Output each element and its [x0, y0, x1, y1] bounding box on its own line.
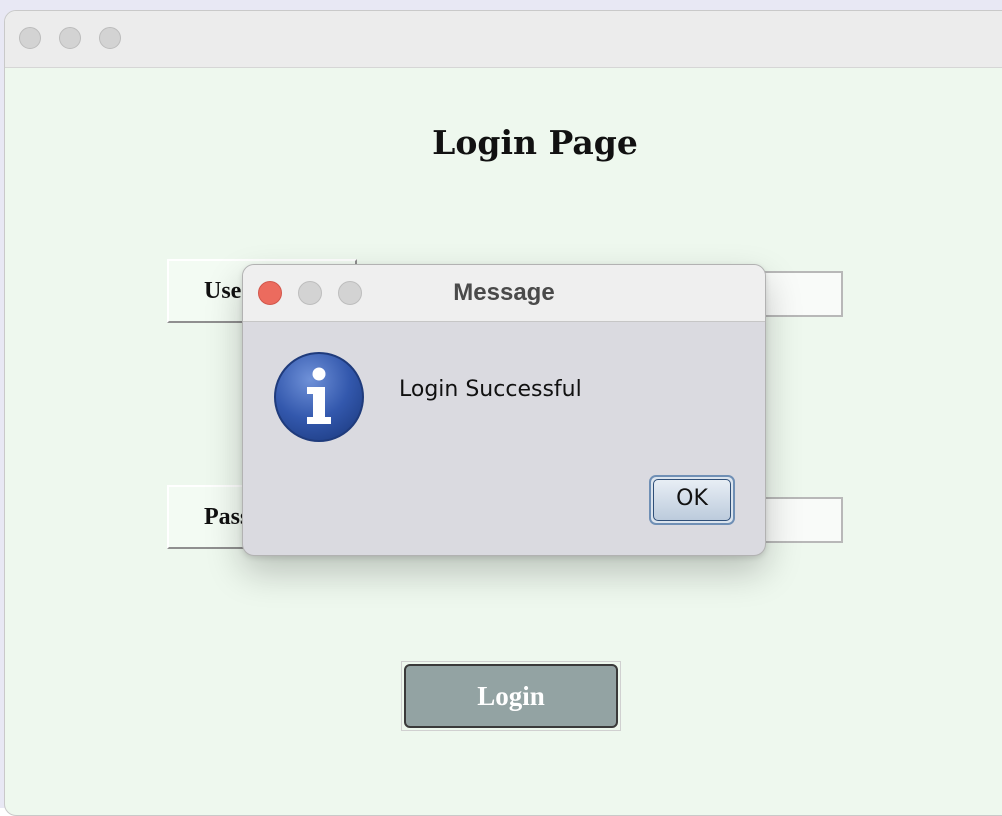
dialog-title: Message [453, 279, 555, 306]
login-button-label: Login [404, 664, 618, 728]
close-window-button[interactable] [19, 27, 41, 49]
ok-button-label: OK [653, 479, 731, 521]
ok-button[interactable]: OK [649, 475, 735, 525]
dialog-message: Login Successful [399, 377, 582, 402]
page-title: Login Page [432, 123, 638, 162]
window-titlebar [5, 11, 1002, 68]
login-button[interactable]: Login [401, 661, 621, 731]
message-dialog: Message Login Successful OK [242, 264, 766, 556]
minimize-window-button[interactable] [59, 27, 81, 49]
dialog-titlebar: Message [243, 265, 765, 322]
zoom-window-button[interactable] [99, 27, 121, 49]
info-icon [274, 352, 364, 442]
